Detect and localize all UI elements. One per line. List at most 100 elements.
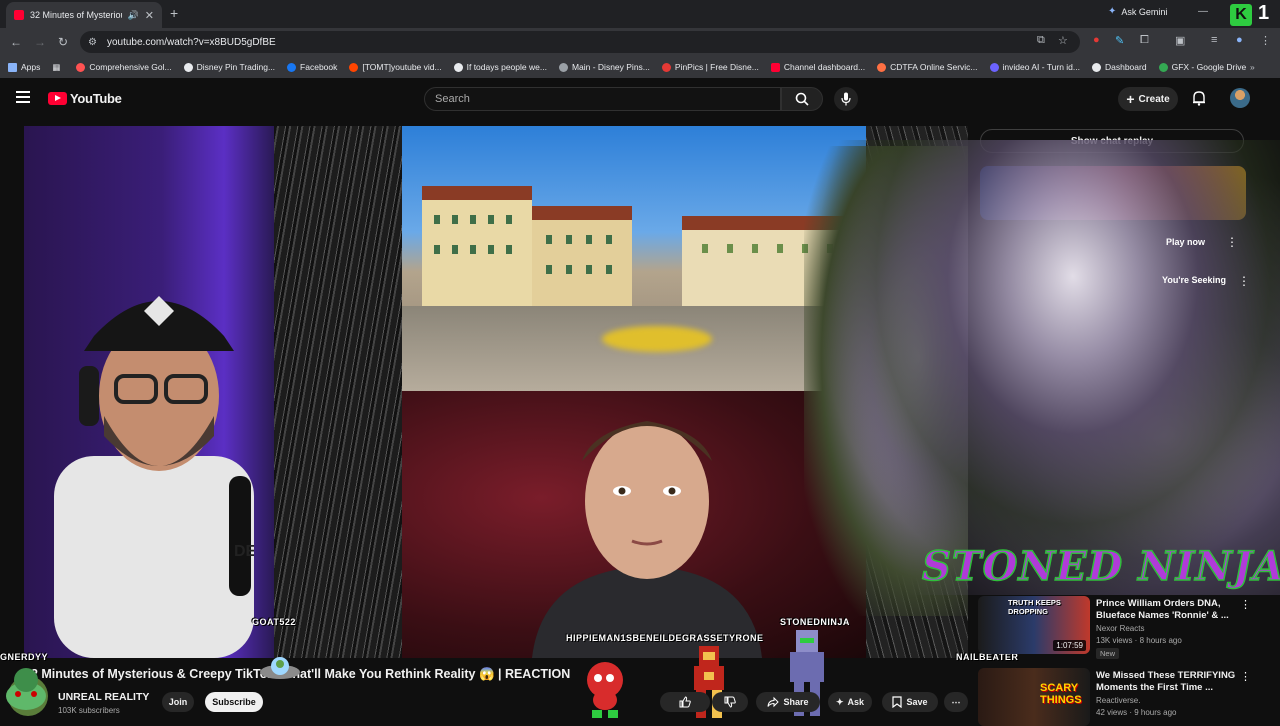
recommendation-channel[interactable]: Nexor Reacts: [1096, 624, 1144, 633]
bookmark-item[interactable]: PinPics | Free Disne...: [661, 62, 759, 72]
knuckles-sprite-icon: [587, 662, 623, 718]
bookmark-item[interactable]: If todays people we...: [453, 62, 547, 72]
create-label: Create: [1138, 93, 1170, 105]
hamburger-menu-icon[interactable]: [16, 91, 30, 103]
bookmark-item[interactable]: [TOMT]youtube vid...: [349, 62, 442, 72]
notifications-bell-icon[interactable]: [1192, 90, 1206, 106]
ad-more-icon[interactable]: ⋮: [1226, 235, 1238, 249]
bookmark-item[interactable]: Main - Disney Pins...: [558, 62, 650, 72]
voice-search-button[interactable]: [834, 87, 858, 111]
all-bookmarks-icon[interactable]: ▦: [52, 62, 60, 73]
pinpics-icon: [661, 62, 671, 72]
bookmark-label: Disney Pin Trading...: [196, 62, 276, 72]
chrome-menu-icon[interactable]: ⋮: [1260, 34, 1271, 47]
town-square-clip: [402, 126, 866, 391]
bookmark-item[interactable]: invideo AI - Turn id...: [989, 62, 1080, 72]
share-label: Share: [783, 697, 809, 707]
bookmark-item[interactable]: Channel dashboard...: [770, 62, 866, 72]
browser-tab[interactable]: 32 Minutes of Mysterious & 🔊 ✕: [6, 2, 162, 28]
bookmark-item[interactable]: Comprehensive Gol...: [76, 62, 172, 72]
bulbasaur-sprite-icon: [6, 668, 46, 710]
install-app-icon[interactable]: ⧉: [1037, 34, 1045, 47]
back-icon[interactable]: ←: [10, 35, 22, 49]
address-bar[interactable]: ⚙ youtube.com/watch?v=x8BUD5gDfBE: [80, 31, 1080, 53]
dislike-button[interactable]: [712, 692, 748, 712]
bookmark-label: Comprehensive Gol...: [89, 62, 172, 72]
more-horizontal-icon: ⋯: [951, 696, 961, 707]
subscriber-count: 103K subscribers: [58, 706, 120, 715]
bookmark-label: PinPics | Free Disne...: [674, 62, 759, 72]
account-avatar[interactable]: [1230, 88, 1250, 108]
tiktok-icon: [453, 62, 463, 72]
recommendation-meta: 13K views · 8 hours ago: [1096, 636, 1182, 645]
speaker-icon[interactable]: 🔊: [128, 10, 139, 21]
gemini-icon: ✦: [1108, 6, 1117, 17]
trees-background: [274, 126, 402, 658]
extensions-puzzle-icon[interactable]: ⧠: [1140, 34, 1149, 47]
forward-icon[interactable]: →: [34, 35, 46, 49]
subscribe-button[interactable]: Subscribe: [205, 692, 263, 712]
profile-icon[interactable]: ●: [1236, 34, 1243, 46]
reddit-icon: [349, 62, 359, 72]
ad-play-now-button[interactable]: Play now: [1166, 237, 1205, 247]
video-duration: 1:07:59: [1053, 640, 1086, 651]
new-tab-icon[interactable]: +: [170, 5, 178, 21]
bookmark-label: Channel dashboard...: [783, 62, 866, 72]
bookmark-item[interactable]: CDTFA Online Servic...: [877, 62, 978, 72]
save-button[interactable]: Save: [882, 692, 938, 712]
facebook-icon: [287, 62, 297, 72]
recommendation-thumbnail[interactable]: TRUTH KEEPS DROPPING 1:07:59: [978, 596, 1090, 654]
bookmark-favicon-icon: [76, 62, 86, 72]
like-button[interactable]: [660, 692, 710, 712]
streamer-webcam: DE: [24, 126, 274, 658]
sidepanel-icon[interactable]: ▣: [1175, 34, 1185, 47]
recommendation-title[interactable]: We Missed These TERRIFYING Moments the F…: [1096, 670, 1246, 694]
ad-seeking-text: You're Seeking: [1162, 275, 1226, 285]
close-tab-icon[interactable]: ✕: [145, 9, 154, 22]
bookmark-item[interactable]: Dashboard: [1091, 62, 1147, 72]
more-actions-icon[interactable]: ⋮: [1240, 670, 1251, 683]
channel-name[interactable]: UNREAL REALITY: [58, 691, 149, 703]
recommendation-item[interactable]: SCARY THINGS We Missed These TERRIFYING …: [978, 668, 1278, 726]
google-drive-icon: [1158, 62, 1168, 72]
bookmark-star-icon[interactable]: ☆: [1058, 34, 1068, 47]
create-button[interactable]: + Create: [1118, 87, 1178, 111]
recommendation-channel[interactable]: Reactiverse.: [1096, 696, 1140, 705]
youtube-logo[interactable]: YouTube: [48, 91, 122, 106]
site-info-icon[interactable]: ⚙: [88, 37, 97, 48]
tiktoker-figure: [532, 421, 762, 658]
recommendation-item[interactable]: TRUTH KEEPS DROPPING 1:07:59 Prince Will…: [978, 596, 1278, 659]
ask-gemini-label: Ask Gemini: [1121, 6, 1168, 17]
building: [422, 186, 532, 306]
media-controls-icon[interactable]: ≡: [1211, 34, 1217, 46]
ask-button[interactable]: ✦ Ask: [828, 692, 872, 712]
bookmark-label: Main - Disney Pins...: [571, 62, 650, 72]
youtube-play-icon: [48, 92, 67, 105]
bookmark-item[interactable]: Disney Pin Trading...: [183, 62, 276, 72]
search-input[interactable]: Search: [424, 87, 781, 111]
share-button[interactable]: Share: [756, 692, 820, 712]
bookmark-favicon-icon: [183, 62, 193, 72]
join-button[interactable]: Join: [162, 692, 194, 712]
reload-icon[interactable]: ↻: [58, 35, 68, 49]
share-icon: [767, 696, 780, 708]
search-button[interactable]: [781, 87, 823, 111]
ask-gemini-button[interactable]: ✦ Ask Gemini: [1108, 6, 1167, 17]
more-actions-button[interactable]: ⋯: [944, 692, 968, 712]
recommendation-thumbnail[interactable]: SCARY THINGS: [978, 668, 1090, 726]
more-actions-icon[interactable]: ⋮: [1240, 598, 1251, 611]
extension-red-icon[interactable]: ●: [1093, 34, 1100, 46]
thumbs-up-icon: [679, 696, 691, 708]
invideo-icon: [989, 62, 999, 72]
bookmark-item[interactable]: Facebook: [287, 62, 337, 72]
ad-more-icon[interactable]: ⋮: [1238, 274, 1250, 288]
more-bookmarks-icon[interactable]: »: [1250, 62, 1255, 72]
energy-label: GNERDYY: [0, 652, 49, 662]
bookmark-apps[interactable]: Apps: [8, 62, 40, 72]
minimize-icon[interactable]: —: [1198, 6, 1208, 17]
recommendation-title[interactable]: Prince William Orders DNA, Blueface Name…: [1096, 598, 1246, 622]
bookmark-label: CDTFA Online Servic...: [890, 62, 978, 72]
bookmark-item[interactable]: GFX - Google Drive: [1158, 62, 1246, 72]
ask-label: Ask: [847, 697, 865, 707]
extension-blue-icon[interactable]: ✎: [1115, 34, 1124, 47]
